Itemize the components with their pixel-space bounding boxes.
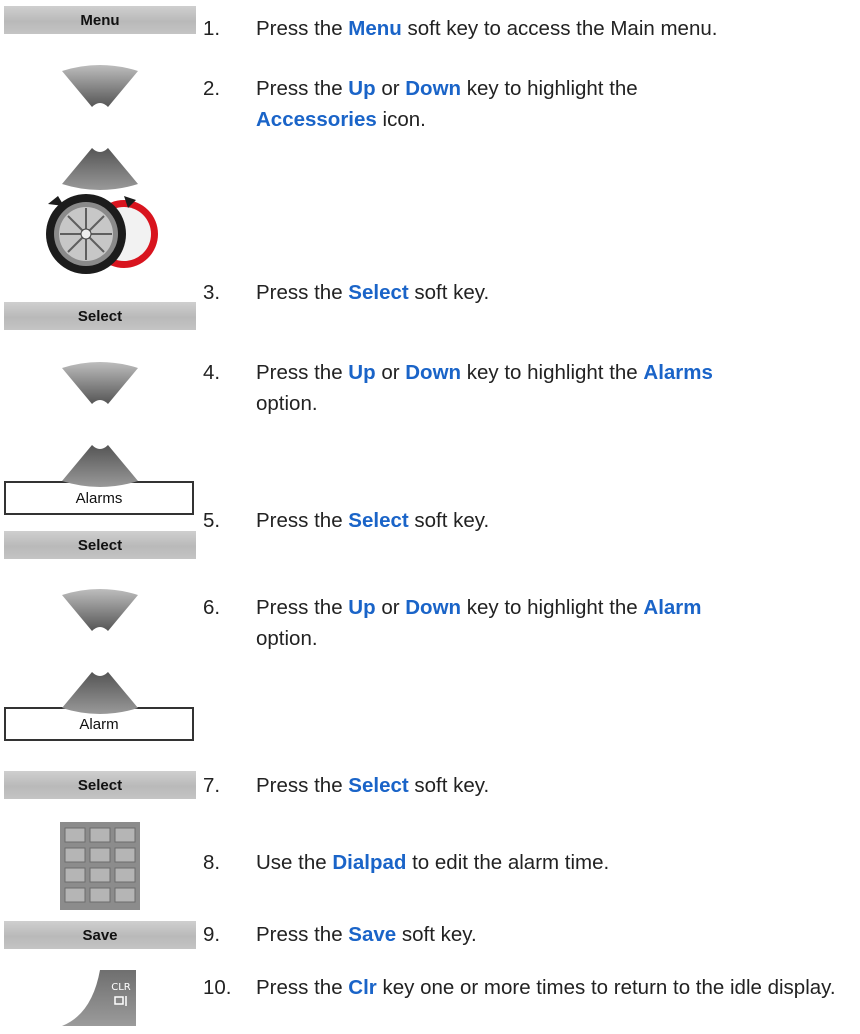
select-softkey[interactable]: Select [4,302,196,330]
clr-key-icon: CLR [62,970,136,1026]
step-2: 2. Press the Up or Down key to highlight… [203,77,638,131]
step-5: 5. Press the Select soft key. [203,509,490,532]
step-8: 8. Use the Dialpad to edit the alarm tim… [203,851,610,874]
clr-key-label: CLR [111,982,131,993]
navigation-key-icon [62,65,138,190]
accessories-icon [46,194,158,274]
step-7: 7. Press the Select soft key. [203,774,490,797]
step-4: 4. Press the Up or Down key to highlight… [203,361,713,415]
select-softkey[interactable]: Select [4,771,196,799]
dialpad-icon [60,822,140,910]
navigation-key-icon [62,589,138,714]
navigation-key-icon [62,362,138,487]
menu-softkey[interactable]: Menu [4,6,196,34]
save-softkey[interactable]: Save [4,921,196,949]
step-1: 1. Press the Menu soft key to access the… [203,17,718,40]
step-9: 9. Press the Save soft key. [203,923,477,946]
step-10: 10. Press the Clr key one or more times … [203,976,836,999]
step-3: 3. Press the Select soft key. [203,281,490,304]
step-6: 6. Press the Up or Down key to highlight… [203,596,702,650]
menu-key-ref: Menu [348,17,402,40]
select-softkey[interactable]: Select [4,531,196,559]
